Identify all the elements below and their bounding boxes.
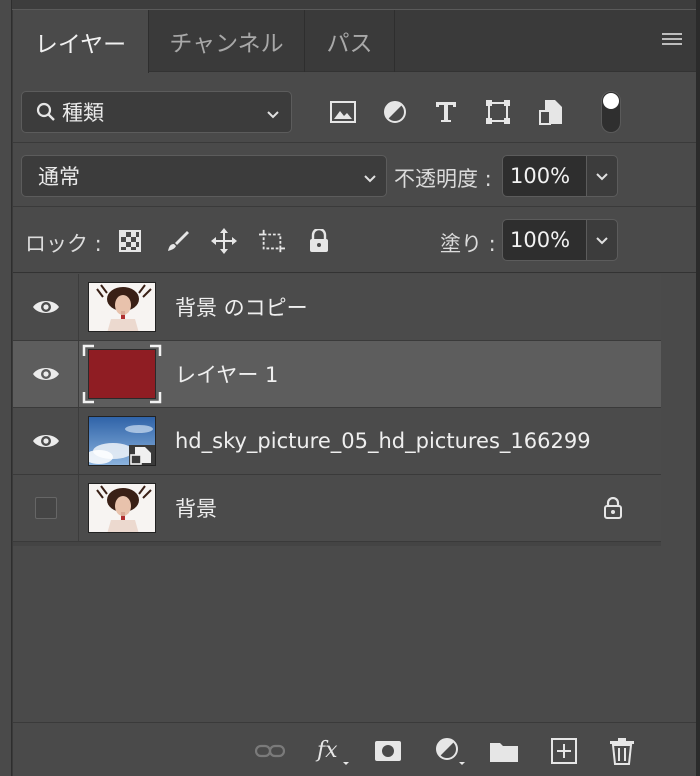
layer-name: 背景	[175, 497, 217, 521]
layer-row-background[interactable]: 背景	[13, 475, 661, 542]
filter-toggle[interactable]	[601, 91, 621, 133]
chevron-down-icon	[596, 173, 608, 181]
left-frame	[0, 0, 12, 776]
visibility-toggle[interactable]	[13, 408, 79, 474]
layers-list: 背景 のコピー レイヤー 1 hd_sky_picture_05_hd_pict…	[13, 274, 696, 722]
layer-name: 背景 のコピー	[175, 296, 308, 320]
svg-text:fx: fx	[315, 738, 338, 763]
layer-name: レイヤー 1	[175, 363, 279, 387]
layer-lock-icon	[603, 496, 623, 523]
smart-object-filter-icon[interactable]	[536, 97, 566, 127]
chevron-down-icon	[265, 103, 281, 127]
chevron-down-icon	[596, 237, 608, 245]
top-frame	[12, 0, 700, 10]
lock-label: ロック :	[25, 232, 102, 256]
fill-field[interactable]: 100%	[502, 219, 586, 261]
layer-row[interactable]: hd_sky_picture_05_hd_pictures_166299	[13, 408, 661, 475]
layer-thumbnail-sky	[88, 416, 156, 466]
tab-layers[interactable]: レイヤー	[13, 10, 149, 73]
new-layer-icon[interactable]	[549, 737, 579, 765]
lock-row: ロック : 塗り : 100%	[13, 207, 696, 273]
eye-icon	[32, 368, 59, 380]
layers-panel: レイヤー チャンネル パス 種類 通常 不透明度: 100% ロック: 塗り…	[13, 10, 696, 776]
lock-position-icon[interactable]	[211, 228, 237, 254]
blend-mode-select[interactable]: 通常	[21, 155, 387, 197]
image-filter-icon[interactable]	[328, 97, 358, 127]
blend-mode-value: 通常	[38, 165, 80, 189]
filter-kind-label: 種類	[62, 101, 104, 125]
new-group-icon[interactable]	[489, 737, 519, 765]
list-empty-area	[13, 546, 661, 722]
fill-dropdown[interactable]	[586, 219, 618, 261]
fx-icon[interactable]: fx	[315, 737, 351, 765]
list-scroll-rail[interactable]	[661, 274, 696, 722]
type-filter-icon[interactable]	[431, 97, 461, 127]
opacity-dropdown[interactable]	[586, 155, 618, 197]
visibility-toggle[interactable]	[13, 274, 79, 340]
tab-channels[interactable]: チャンネル	[149, 10, 305, 72]
add-mask-icon[interactable]	[373, 737, 403, 765]
right-frame	[696, 0, 700, 776]
eye-icon	[32, 301, 59, 313]
filter-row: 種類	[13, 73, 696, 143]
shape-filter-icon[interactable]	[483, 97, 513, 127]
filter-kind-select[interactable]: 種類	[21, 91, 292, 133]
lock-image-pixels-icon[interactable]	[164, 228, 190, 254]
visibility-toggle[interactable]	[13, 341, 79, 407]
visibility-toggle[interactable]	[13, 475, 79, 541]
lock-transparent-pixels-icon[interactable]	[117, 228, 143, 254]
eye-icon	[32, 435, 59, 447]
bottom-toolbar: fx	[13, 722, 696, 776]
fill-label: 塗り :	[440, 232, 496, 256]
selection-corners-icon	[82, 344, 162, 404]
panel-menu-icon[interactable]	[662, 32, 682, 48]
chevron-down-icon	[362, 167, 378, 191]
layer-thumbnail	[88, 282, 156, 332]
tab-paths[interactable]: パス	[305, 10, 395, 72]
visibility-empty-box	[34, 497, 57, 519]
lock-all-icon[interactable]	[306, 228, 332, 254]
delete-layer-icon[interactable]	[607, 737, 637, 765]
link-layers-icon[interactable]	[255, 737, 285, 765]
layer-row[interactable]: 背景 のコピー	[13, 274, 661, 341]
layer-thumbnail	[88, 483, 156, 533]
adjustment-filter-icon[interactable]	[380, 97, 410, 127]
panel-tab-bar: レイヤー チャンネル パス	[13, 10, 696, 73]
search-icon	[36, 102, 56, 122]
layer-row-selected[interactable]: レイヤー 1	[13, 341, 661, 408]
adjustment-layer-icon[interactable]	[433, 737, 469, 765]
toggle-knob	[603, 93, 619, 109]
layer-name: hd_sky_picture_05_hd_pictures_166299	[175, 429, 591, 453]
lock-artboard-icon[interactable]	[259, 228, 285, 254]
blend-row: 通常 不透明度 : 100%	[13, 143, 696, 207]
opacity-label: 不透明度 :	[394, 167, 492, 191]
opacity-field[interactable]: 100%	[502, 155, 586, 197]
